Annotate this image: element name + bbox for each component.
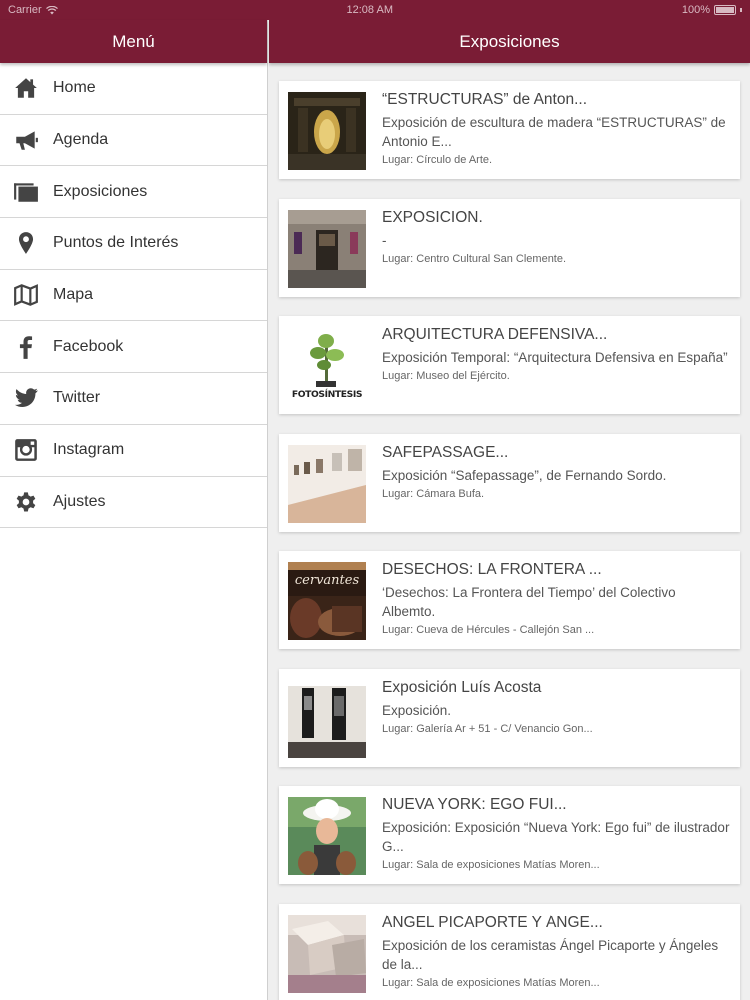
exhibition-thumbnail bbox=[288, 92, 366, 170]
sidebar-item-facebook[interactable]: Facebook bbox=[0, 321, 267, 374]
card-description: Exposición Temporal: “Arquitectura Defen… bbox=[382, 350, 728, 365]
map-pin-icon bbox=[12, 229, 40, 257]
gallery-icon bbox=[12, 178, 40, 206]
exhibition-thumbnail bbox=[288, 914, 366, 993]
sidebar-item-instagram[interactable]: Instagram bbox=[0, 425, 267, 477]
card-description: Exposición de escultura de madera “ESTRU… bbox=[382, 115, 726, 149]
clock: 12:08 AM bbox=[346, 4, 393, 16]
card-text: DESECHOS: LA FRONTERA ... ‘Desechos: La … bbox=[382, 562, 731, 638]
card-text: ÁNGEL PICAPORTE Y ÁNGE... Exposición de … bbox=[382, 915, 731, 991]
instagram-icon bbox=[12, 436, 40, 464]
sidebar-item-mapa[interactable]: Mapa bbox=[0, 270, 267, 322]
thumbnail-caption: cervantes bbox=[294, 573, 360, 588]
sidebar-item-label: Home bbox=[53, 79, 96, 97]
card-title: Exposición Luís Acosta bbox=[382, 679, 542, 696]
carrier-label: Carrier bbox=[8, 4, 42, 16]
sidebar-item-label: Agenda bbox=[53, 131, 109, 149]
exhibition-thumbnail bbox=[288, 209, 366, 288]
card-text: SAFEPASSAGE... Exposición “Safepassage”,… bbox=[382, 445, 731, 521]
card-location: Lugar: Galería Ar + 51 - C/ Venancio Gon… bbox=[382, 722, 593, 735]
sidebar-item-twitter[interactable]: Twitter bbox=[0, 373, 267, 425]
card-title: ÁNGEL PICAPORTE Y ÁNGE... bbox=[382, 914, 603, 931]
sidebar-title: Menú bbox=[112, 31, 155, 51]
exhibition-card[interactable]: FOTOSÍNTESIS ARQUITECTURA DEFENSIVA... E… bbox=[279, 316, 740, 414]
sidebar-item-home[interactable]: Home bbox=[0, 63, 267, 115]
card-title: EXPOSICIÓN. bbox=[382, 209, 483, 226]
sidebar-item-label: Twitter bbox=[53, 389, 101, 407]
sidebar: Menú Home Agenda Exposiciones Puntos de … bbox=[0, 20, 268, 1000]
exhibition-card[interactable]: Exposición Luís Acosta Exposición. Lugar… bbox=[279, 668, 740, 767]
exhibitions-list: “ESTRUCTURAS” de Anton... Exposición de … bbox=[269, 63, 750, 1000]
exhibition-card[interactable]: cervantes DESECHOS: LA FRONTERA ... ‘Des… bbox=[279, 551, 740, 649]
card-title: ARQUITECTURA DEFENSIVA... bbox=[382, 327, 608, 343]
card-text: Exposición Luís Acosta Exposición. Lugar… bbox=[382, 680, 731, 756]
twitter-icon bbox=[12, 384, 40, 412]
card-title: NUEVA YORK: EGO FUI... bbox=[382, 797, 567, 813]
sidebar-header: Menú bbox=[0, 20, 267, 63]
card-title: “ESTRUCTURAS” de Anton... bbox=[382, 92, 588, 108]
battery-percent: 100% bbox=[681, 4, 710, 16]
card-location: Lugar: Museo del Ejército. bbox=[382, 370, 510, 382]
exhibition-card[interactable]: SAFEPASSAGE... Exposición “Safepassage”,… bbox=[279, 433, 740, 532]
card-location: Lugar: Cueva de Hércules - Callejón San … bbox=[382, 624, 595, 636]
sidebar-item-label: Exposiciones bbox=[53, 182, 148, 200]
card-title: SAFEPASSAGE... bbox=[382, 444, 509, 461]
sidebar-item-puntos[interactable]: Puntos de Interés bbox=[0, 218, 267, 270]
sidebar-item-label: Instagram bbox=[53, 441, 125, 459]
battery-tip bbox=[740, 8, 742, 12]
card-title: DESECHOS: LA FRONTERA ... bbox=[382, 562, 602, 578]
card-description: ‘Desechos: La Frontera del Tiempo’ del C… bbox=[382, 585, 676, 619]
sidebar-item-label: Facebook bbox=[53, 337, 124, 355]
main-panel: Exposiciones “ESTRUCTURAS” de Anton... E… bbox=[269, 20, 750, 1000]
exhibition-thumbnail bbox=[288, 797, 366, 875]
card-text: ARQUITECTURA DEFENSIVA... Exposición Tem… bbox=[382, 327, 731, 403]
exhibition-thumbnail bbox=[288, 679, 366, 758]
gear-icon bbox=[12, 488, 40, 516]
exhibition-card[interactable]: “ESTRUCTURAS” de Anton... Exposición de … bbox=[279, 81, 740, 179]
exhibition-card[interactable]: EXPOSICIÓN. - Lugar: Centro Cultural San… bbox=[279, 198, 740, 297]
card-text: NUEVA YORK: EGO FUI... Exposición: Expos… bbox=[382, 797, 731, 873]
wifi-icon bbox=[45, 5, 58, 14]
home-icon bbox=[12, 74, 40, 102]
card-text: “ESTRUCTURAS” de Anton... Exposición de … bbox=[382, 92, 731, 168]
battery-icon bbox=[714, 5, 736, 15]
card-location: Lugar: Sala de exposiciones Matías Moren… bbox=[382, 976, 600, 989]
exhibition-card[interactable]: NUEVA YORK: EGO FUI... Exposición: Expos… bbox=[279, 786, 740, 884]
sidebar-item-label: Puntos de Interés bbox=[53, 234, 179, 252]
facebook-icon bbox=[12, 333, 40, 361]
sidebar-item-label: Mapa bbox=[53, 286, 94, 304]
status-left: Carrier bbox=[8, 4, 58, 16]
exhibition-thumbnail: FOTOSÍNTESIS bbox=[288, 327, 366, 405]
card-text: EXPOSICIÓN. - Lugar: Centro Cultural San… bbox=[382, 210, 731, 286]
status-bar: Carrier 12:08 AM 100% bbox=[0, 0, 750, 20]
card-location: Lugar: Círculo de Arte. bbox=[382, 154, 493, 166]
exhibition-thumbnail: cervantes bbox=[288, 562, 366, 640]
card-description: Exposición “Safepassage”, de Fernando So… bbox=[382, 467, 667, 483]
card-location: Lugar: Centro Cultural San Clemente. bbox=[382, 252, 567, 265]
exhibition-thumbnail bbox=[288, 444, 366, 523]
megaphone-icon bbox=[12, 126, 40, 154]
sidebar-item-agenda[interactable]: Agenda bbox=[0, 115, 267, 167]
sidebar-item-ajustes[interactable]: Ajustes bbox=[0, 477, 267, 529]
status-right: 100% bbox=[682, 4, 742, 16]
card-location: Lugar: Sala de exposiciones Matías Moren… bbox=[382, 859, 600, 871]
card-description: Exposición: Exposición “Nueva York: Ego … bbox=[382, 820, 730, 854]
exhibition-card[interactable]: ÁNGEL PICAPORTE Y ÁNGE... Exposición de … bbox=[279, 903, 740, 1000]
main-header: Exposiciones bbox=[269, 20, 750, 63]
sidebar-item-exposiciones[interactable]: Exposiciones bbox=[0, 166, 267, 219]
card-location: Lugar: Cámara Bufa. bbox=[382, 487, 485, 500]
card-description: Exposición. bbox=[382, 702, 452, 718]
map-icon bbox=[12, 281, 40, 309]
page-title: Exposiciones bbox=[459, 31, 560, 51]
sidebar-item-label: Ajustes bbox=[53, 492, 106, 510]
card-description: - bbox=[382, 232, 387, 248]
card-description: Exposición de los ceramistas Ángel Picap… bbox=[382, 937, 719, 972]
thumbnail-caption: FOTOSÍNTESIS bbox=[291, 389, 363, 400]
